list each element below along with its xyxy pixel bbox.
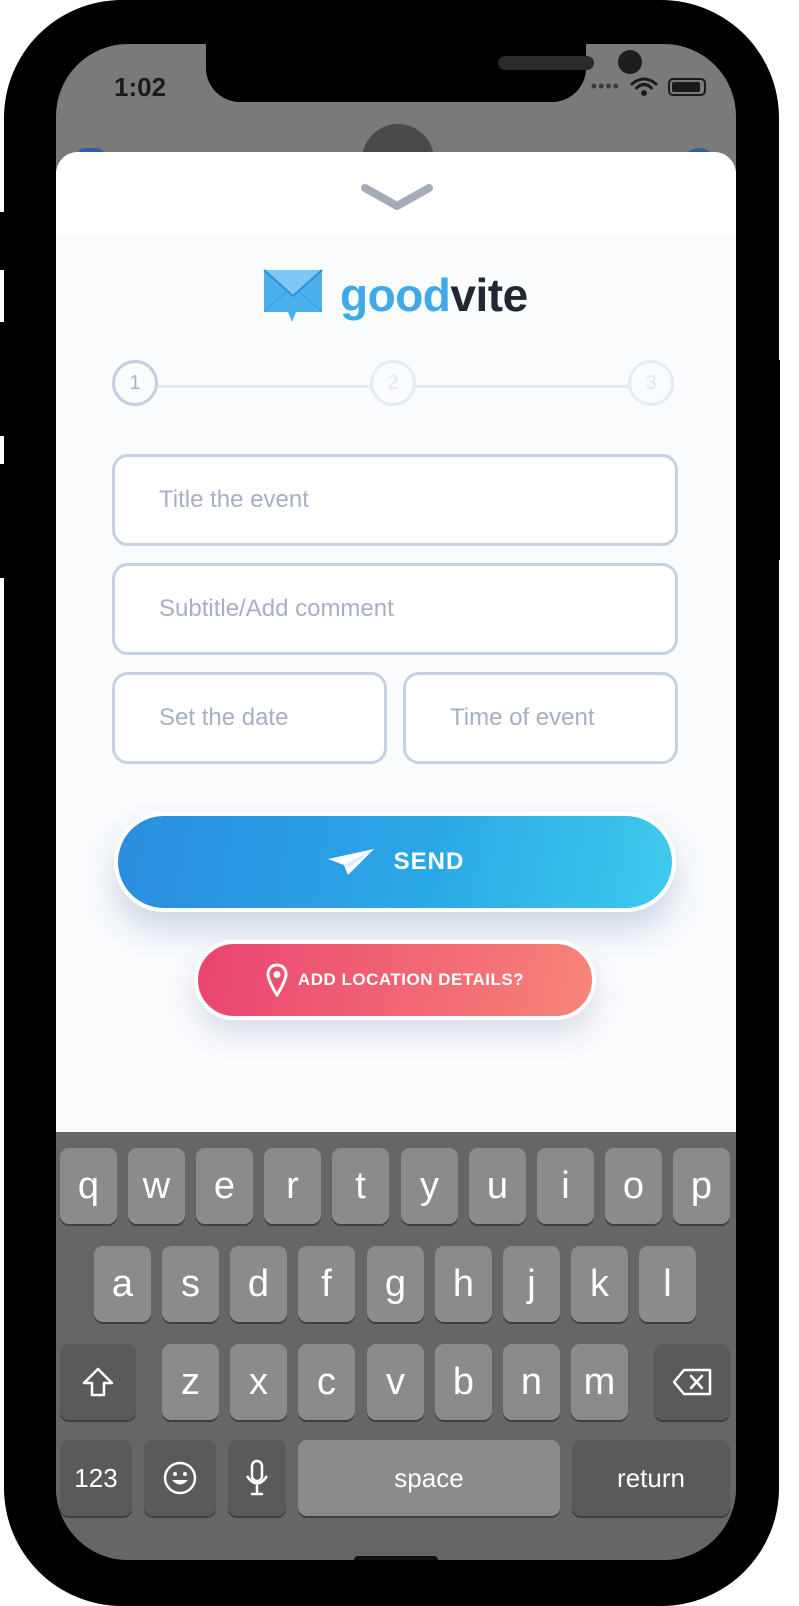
key-y[interactable]: y — [401, 1148, 458, 1224]
key-c[interactable]: c — [298, 1344, 355, 1420]
subtitle-input[interactable]: Subtitle/Add comment — [112, 563, 678, 655]
goodvite-logo: goodvite — [262, 266, 528, 324]
event-sheet: goodvite 1 2 3 Title the event Subtitle/… — [56, 152, 736, 1132]
paper-plane-icon — [327, 849, 374, 875]
space-key[interactable]: space — [298, 1440, 560, 1516]
return-key[interactable]: return — [572, 1440, 730, 1516]
step-connector — [416, 385, 628, 388]
sheet-header — [56, 152, 736, 234]
shift-icon — [82, 1367, 114, 1397]
key-d[interactable]: d — [230, 1246, 287, 1322]
home-indicator — [354, 1556, 438, 1560]
step-2: 2 — [370, 360, 416, 406]
key-x[interactable]: x — [230, 1344, 287, 1420]
wifi-icon — [630, 77, 658, 96]
phone-frame: 1:02 •••• goodvite 1 2 3 Title the event… — [4, 0, 779, 1606]
step-connector — [158, 385, 370, 388]
key-u[interactable]: u — [469, 1148, 526, 1224]
envelope-icon — [263, 269, 323, 322]
key-i[interactable]: i — [537, 1148, 594, 1224]
step-3: 3 — [628, 360, 674, 406]
front-camera — [618, 50, 642, 74]
key-j[interactable]: j — [503, 1246, 560, 1322]
key-t[interactable]: t — [332, 1148, 389, 1224]
step-1: 1 — [112, 360, 158, 406]
key-n[interactable]: n — [503, 1344, 560, 1420]
time-input[interactable]: Time of event — [403, 672, 678, 764]
key-k[interactable]: k — [571, 1246, 628, 1322]
emoji-key[interactable] — [144, 1440, 216, 1516]
key-o[interactable]: o — [605, 1148, 662, 1224]
shift-key[interactable] — [60, 1344, 136, 1420]
key-l[interactable]: l — [639, 1246, 696, 1322]
key-h[interactable]: h — [435, 1246, 492, 1322]
send-button[interactable]: SEND — [114, 812, 676, 912]
speaker-grille — [498, 56, 594, 70]
progress-stepper: 1 2 3 — [112, 360, 680, 412]
microphone-icon — [245, 1459, 269, 1496]
add-location-label: ADD LOCATION DETAILS? — [297, 970, 525, 989]
key-p[interactable]: p — [673, 1148, 730, 1224]
key-w[interactable]: w — [128, 1148, 185, 1224]
dictation-key[interactable] — [228, 1440, 286, 1516]
emoji-icon — [163, 1461, 197, 1495]
chevron-down-icon[interactable] — [359, 182, 435, 212]
key-m[interactable]: m — [571, 1344, 628, 1420]
status-indicators: •••• — [591, 76, 706, 97]
key-r[interactable]: r — [264, 1148, 321, 1224]
key-g[interactable]: g — [367, 1246, 424, 1322]
backspace-icon — [672, 1368, 712, 1396]
notch — [206, 44, 642, 102]
key-a[interactable]: a — [94, 1246, 151, 1322]
key-v[interactable]: v — [367, 1344, 424, 1420]
keyboard: q w e r t y u i o p a s d f g h j k l z … — [56, 1132, 736, 1560]
phone-screen: 1:02 •••• goodvite 1 2 3 Title the event… — [56, 44, 736, 1560]
key-e[interactable]: e — [196, 1148, 253, 1224]
cellular-signal-icon: •••• — [590, 76, 620, 96]
key-b[interactable]: b — [435, 1344, 492, 1420]
date-input[interactable]: Set the date — [112, 672, 387, 764]
backspace-key[interactable] — [654, 1344, 730, 1420]
add-location-button[interactable]: ADD LOCATION DETAILS? — [194, 940, 596, 1020]
brand-name-vite: vite — [450, 269, 528, 321]
location-pin-icon — [266, 963, 288, 997]
brand-name-good: good — [340, 269, 451, 321]
key-q[interactable]: q — [60, 1148, 117, 1224]
title-input[interactable]: Title the event — [112, 454, 678, 546]
battery-icon — [668, 77, 706, 96]
key-f[interactable]: f — [298, 1246, 355, 1322]
numbers-key[interactable]: 123 — [60, 1440, 132, 1516]
key-s[interactable]: s — [162, 1246, 219, 1322]
status-time: 1:02 — [114, 72, 167, 102]
send-label: SEND — [393, 848, 465, 875]
key-z[interactable]: z — [162, 1344, 219, 1420]
